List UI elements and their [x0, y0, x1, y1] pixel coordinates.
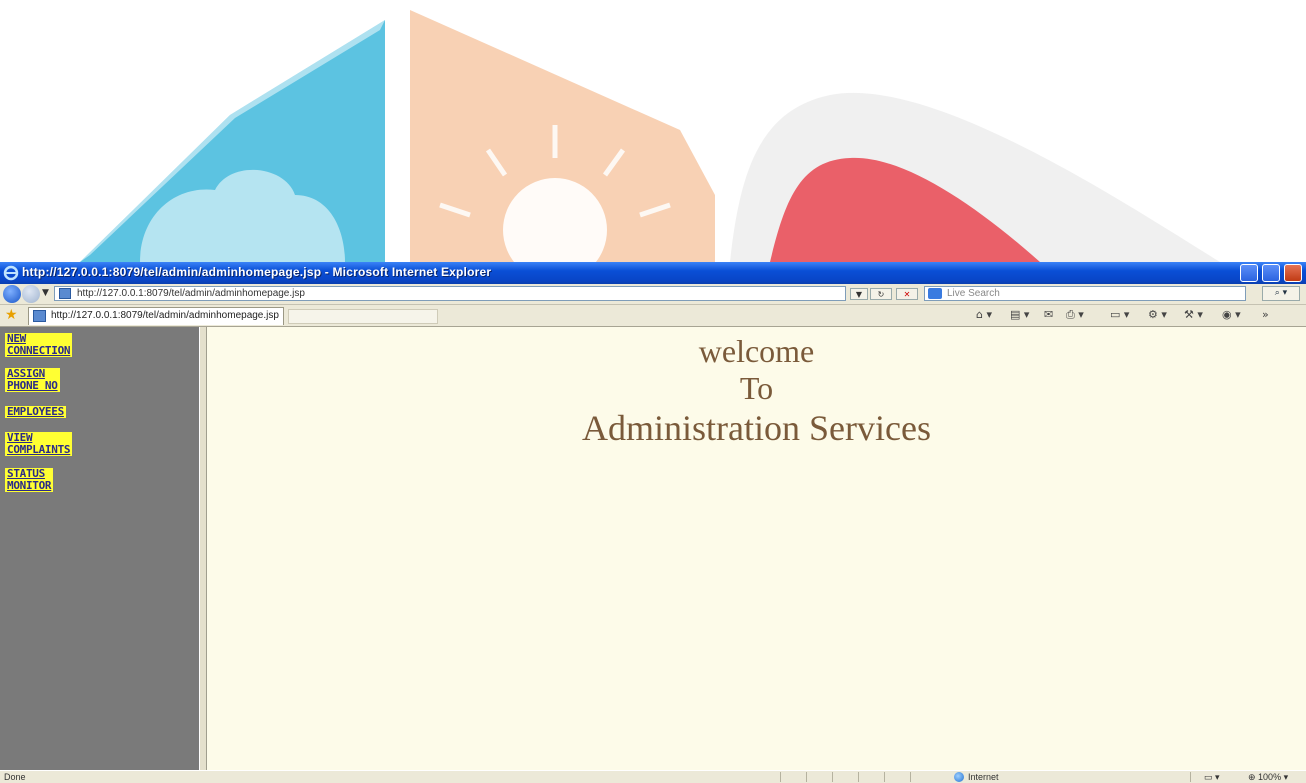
page-menu-icon[interactable]: ▭ ▾	[1110, 309, 1129, 321]
zoom-control[interactable]: ⊕ 100% ▾	[1248, 771, 1288, 783]
page-title: Administration Services	[582, 408, 931, 448]
page-content: NEW CONNECTION ASSIGN PHONE NO EMPLOYEES…	[0, 327, 1306, 770]
title-bar: http://127.0.0.1:8079/tel/admin/adminhom…	[0, 262, 1306, 284]
tools-menu-icon[interactable]: ⚒ ▾	[1184, 309, 1203, 321]
toolbar-overflow-icon[interactable]: »	[1262, 309, 1269, 321]
status-divider	[780, 772, 781, 782]
sidebar-item-label: PHONE NO	[7, 379, 58, 392]
mail-icon[interactable]: ✉	[1044, 309, 1053, 321]
sidebar-item-status-monitor[interactable]: STATUS MONITOR	[5, 468, 54, 492]
globe-icon	[954, 772, 964, 782]
welcome-heading: welcome	[698, 333, 815, 369]
sidebar-item-label: CONNECTION	[7, 344, 71, 357]
status-bar: Done Internet ▭ ▾ ⊕ 100% ▾	[0, 770, 1306, 783]
status-divider	[910, 772, 911, 782]
sidebar-item-label: EMPLOYEES	[7, 405, 64, 418]
page-icon	[33, 310, 46, 322]
frame-splitter[interactable]	[199, 327, 207, 770]
sidebar-item-assign-phone-no[interactable]: ASSIGN PHONE NO	[5, 368, 60, 392]
close-button[interactable]	[1284, 264, 1302, 282]
feeds-icon[interactable]: ▤ ▾	[1010, 309, 1029, 321]
maximize-button[interactable]	[1262, 264, 1280, 282]
favorites-star-icon[interactable]: ★	[5, 308, 19, 322]
zone-label: Internet	[968, 772, 999, 782]
history-dropdown-icon[interactable]: ▼	[42, 288, 49, 298]
sidebar-item-label: COMPLAINTS	[7, 443, 71, 456]
address-input[interactable]: http://127.0.0.1:8079/tel/admin/adminhom…	[54, 286, 846, 301]
refresh-button[interactable]: ↻	[870, 288, 892, 300]
status-divider	[884, 772, 885, 782]
forward-button[interactable]	[22, 285, 40, 303]
status-divider	[858, 772, 859, 782]
tab-bar: ★ http://127.0.0.1:8079/tel/admin/adminh…	[0, 305, 1306, 327]
main-frame: welcome To Administration Services	[207, 327, 1306, 770]
sidebar-frame: NEW CONNECTION ASSIGN PHONE NO EMPLOYEES…	[0, 327, 199, 770]
zoom-level: 100%	[1258, 772, 1282, 782]
page-icon	[59, 288, 71, 299]
sidebar-item-new-connection[interactable]: NEW CONNECTION	[5, 333, 73, 357]
watermark-graphic	[0, 0, 1306, 262]
live-search-icon	[928, 288, 942, 299]
address-toolbar: ▼ http://127.0.0.1:8079/tel/admin/adminh…	[0, 284, 1306, 305]
safety-menu-icon[interactable]: ⚙ ▾	[1148, 309, 1167, 321]
tab-active[interactable]: http://127.0.0.1:8079/tel/admin/adminhom…	[28, 307, 284, 325]
sidebar-item-employees[interactable]: EMPLOYEES	[5, 406, 66, 418]
tab-label: http://127.0.0.1:8079/tel/admin/adminhom…	[51, 310, 279, 321]
watermark-shapes	[80, 10, 1220, 262]
search-button[interactable]: ⌕ ▾	[1262, 286, 1300, 301]
stop-button[interactable]: ✕	[896, 288, 918, 300]
sidebar-item-view-complaints[interactable]: VIEW COMPLAINTS	[5, 432, 73, 456]
sidebar-item-label: MONITOR	[7, 479, 52, 492]
protected-mode-icon[interactable]: ▭ ▾	[1204, 771, 1220, 783]
minimize-button[interactable]	[1240, 264, 1258, 282]
back-button[interactable]	[3, 285, 21, 303]
status-divider	[1190, 772, 1191, 782]
search-input[interactable]: Live Search	[924, 286, 1246, 301]
status-divider	[832, 772, 833, 782]
status-divider	[806, 772, 807, 782]
security-zone: Internet	[954, 771, 999, 783]
welcome-to-heading: To	[739, 370, 774, 406]
home-icon[interactable]: ⌂ ▾	[976, 309, 992, 321]
internet-explorer-icon	[3, 265, 19, 281]
address-dropdown-button[interactable]: ▼	[850, 288, 868, 300]
help-menu-icon[interactable]: ◉ ▾	[1222, 309, 1241, 321]
new-tab-button[interactable]	[288, 309, 438, 324]
search-placeholder: Live Search	[947, 288, 1000, 299]
print-icon[interactable]: ⎙ ▾	[1066, 309, 1084, 321]
status-text: Done	[4, 772, 26, 782]
address-url: http://127.0.0.1:8079/tel/admin/adminhom…	[77, 288, 305, 299]
browser-window: http://127.0.0.1:8079/tel/admin/adminhom…	[0, 262, 1306, 783]
window-title: http://127.0.0.1:8079/tel/admin/adminhom…	[22, 265, 492, 279]
